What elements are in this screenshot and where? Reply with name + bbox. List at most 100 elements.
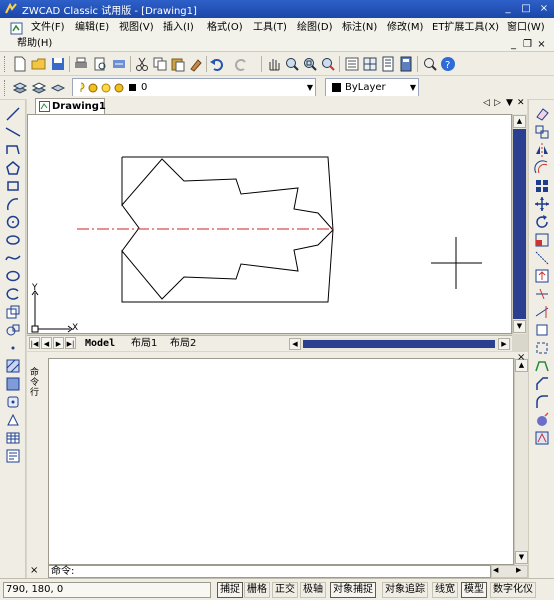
scale-icon[interactable] <box>534 232 550 248</box>
save-icon[interactable] <box>50 56 66 72</box>
scroll-down-icon[interactable]: ▼ <box>515 551 528 564</box>
tab-next-icon[interactable]: ▷ <box>494 98 501 108</box>
break-at-point-icon[interactable] <box>534 340 550 356</box>
document-icon[interactable] <box>10 22 23 35</box>
close-icon[interactable]: × <box>30 565 38 576</box>
command-horizontal-scrollbar[interactable]: ◀ ▶ <box>491 565 528 578</box>
menu-edit[interactable]: 编辑(E) <box>75 20 109 36</box>
command-input[interactable]: 命令: <box>48 565 491 578</box>
model-toggle[interactable]: 模型 <box>461 582 487 598</box>
zoom-previous-icon[interactable] <box>320 56 336 72</box>
menu-format[interactable]: 格式(O) <box>207 20 243 36</box>
copy-icon[interactable] <box>152 56 168 72</box>
first-tab-icon[interactable]: |◀ <box>29 337 40 349</box>
menu-window[interactable]: 窗口(W) <box>507 20 545 36</box>
window-close-button[interactable]: × <box>536 2 552 16</box>
layer-manager-icon[interactable] <box>12 80 28 96</box>
tab-model[interactable]: Model <box>85 337 115 351</box>
edit-polyline-icon[interactable] <box>534 430 550 446</box>
menu-tools[interactable]: 工具(T) <box>253 20 287 36</box>
copy-object-icon[interactable] <box>534 124 550 140</box>
zoom-window-icon[interactable] <box>302 56 318 72</box>
construction-line-icon[interactable] <box>5 124 21 140</box>
scroll-thumb[interactable] <box>303 340 495 348</box>
open-folder-icon[interactable] <box>31 56 47 72</box>
chevron-down-icon[interactable]: ▼ <box>410 79 416 96</box>
osnap-toggle[interactable]: 对象捕捉 <box>330 582 376 598</box>
mdi-minimize-button[interactable]: _ <box>508 38 519 52</box>
menu-view[interactable]: 视图(V) <box>119 20 154 36</box>
hatch-icon[interactable] <box>5 358 21 374</box>
menu-help[interactable]: 帮助(H) <box>17 36 52 52</box>
toolbar-grip[interactable] <box>4 80 7 96</box>
scroll-left-icon[interactable]: ◀ <box>493 566 498 574</box>
drawing-vertical-scrollbar[interactable]: ▲ ▼ <box>512 114 526 334</box>
match-properties-icon[interactable] <box>188 56 204 72</box>
grid-toggle[interactable]: 栅格 <box>244 582 270 598</box>
next-tab-icon[interactable]: ▶ <box>53 337 64 349</box>
close-icon[interactable]: × <box>517 352 525 363</box>
scroll-down-icon[interactable]: ▼ <box>513 320 526 333</box>
scroll-right-icon[interactable]: ▶ <box>516 566 521 574</box>
window-maximize-button[interactable]: □ <box>518 2 534 16</box>
command-vertical-scrollbar[interactable]: ▲ ▼ <box>514 358 528 565</box>
toolbar-grip[interactable] <box>4 56 7 72</box>
revision-cloud-icon[interactable] <box>5 232 21 248</box>
pan-icon[interactable] <box>266 56 282 72</box>
join-icon[interactable] <box>534 358 550 374</box>
last-tab-icon[interactable]: ▶| <box>65 337 76 349</box>
mdi-close-button[interactable]: × <box>536 38 547 52</box>
scroll-up-icon[interactable]: ▲ <box>513 115 526 128</box>
tablet-toggle[interactable]: 数字化仪 <box>490 582 536 598</box>
trim-icon[interactable] <box>534 286 550 302</box>
command-history[interactable] <box>48 358 514 565</box>
ortho-toggle[interactable]: 正交 <box>272 582 298 598</box>
circle-icon[interactable] <box>5 214 21 230</box>
rotate-icon[interactable] <box>534 214 550 230</box>
gradient-icon[interactable] <box>5 376 21 392</box>
scroll-right-icon[interactable]: ▶ <box>498 338 510 350</box>
tab-layout2[interactable]: 布局2 <box>170 337 196 351</box>
window-minimize-button[interactable]: _ <box>500 2 516 16</box>
tool-palette-icon[interactable] <box>380 56 396 72</box>
chevron-down-icon[interactable]: ▼ <box>307 79 313 96</box>
print-preview-icon[interactable] <box>92 56 108 72</box>
erase-icon[interactable] <box>534 106 550 122</box>
make-block-icon[interactable] <box>5 322 21 338</box>
zoom-realtime-icon[interactable] <box>284 56 300 72</box>
table-icon[interactable] <box>5 430 21 446</box>
stretch-icon[interactable] <box>534 250 550 266</box>
calculator-icon[interactable] <box>398 56 414 72</box>
properties-icon[interactable] <box>344 56 360 72</box>
scroll-thumb[interactable] <box>513 129 526 319</box>
print-icon[interactable] <box>73 56 89 72</box>
offset-icon[interactable] <box>534 160 550 176</box>
tab-close-icon[interactable]: ✕ <box>517 98 525 108</box>
help-icon[interactable]: ? <box>440 56 456 72</box>
cut-icon[interactable] <box>134 56 150 72</box>
ellipse-arc-icon[interactable] <box>5 286 21 302</box>
lengthen-icon[interactable] <box>534 268 550 284</box>
array-icon[interactable] <box>534 178 550 194</box>
otrack-toggle[interactable]: 对象追踪 <box>382 582 428 598</box>
new-file-icon[interactable] <box>12 56 28 72</box>
layer-state-icon[interactable] <box>50 80 66 96</box>
polygon-icon[interactable] <box>5 160 21 176</box>
menu-modify[interactable]: 修改(M) <box>387 20 423 36</box>
multiline-text-icon[interactable] <box>5 448 21 464</box>
paste-icon[interactable] <box>170 56 186 72</box>
spline-icon[interactable] <box>5 250 21 266</box>
break-icon[interactable] <box>534 322 550 338</box>
explode-icon[interactable] <box>534 412 550 428</box>
tab-layout1[interactable]: 布局1 <box>131 337 157 351</box>
menu-insert[interactable]: 插入(I) <box>163 20 194 36</box>
extend-icon[interactable] <box>534 304 550 320</box>
arc-icon[interactable] <box>5 196 21 212</box>
wipeout-icon[interactable] <box>5 412 21 428</box>
polyline-icon[interactable] <box>5 142 21 158</box>
layer-previous-icon[interactable] <box>31 80 47 96</box>
mirror-icon[interactable] <box>534 142 550 158</box>
tab-list-icon[interactable]: ▼ <box>506 98 513 108</box>
point-icon[interactable] <box>5 340 21 356</box>
ellipse-icon[interactable] <box>5 268 21 284</box>
